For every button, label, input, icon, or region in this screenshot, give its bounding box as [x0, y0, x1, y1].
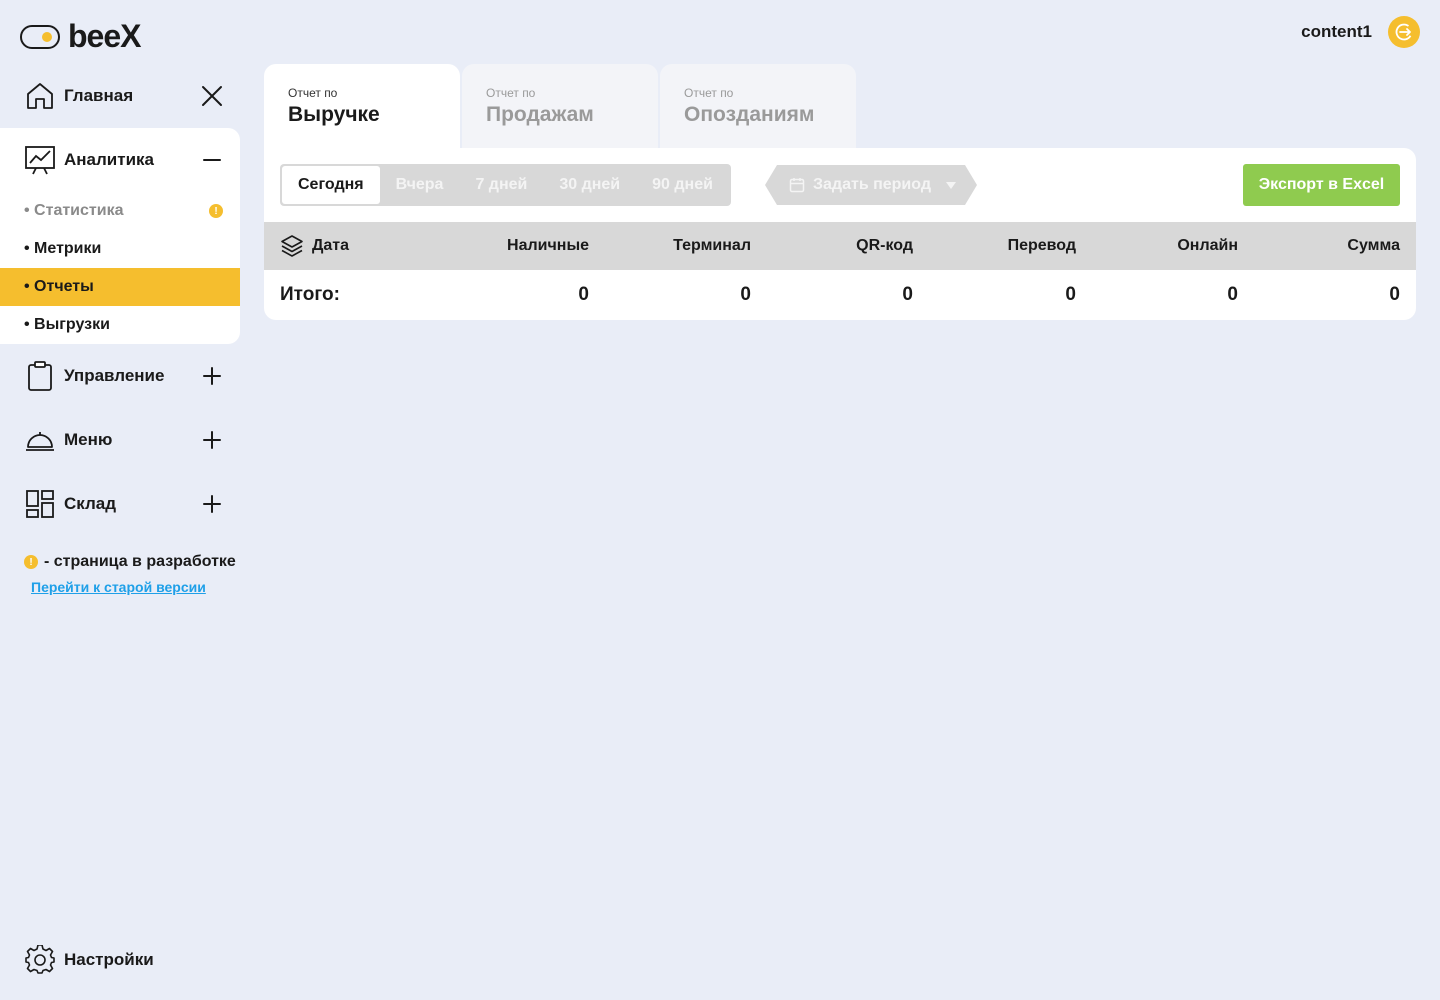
development-legend: ! - страница в разработке	[24, 553, 236, 571]
tab-title: Опозданиям	[684, 103, 815, 126]
logo-toggle-icon	[20, 24, 60, 49]
analytics-submenu: Аналитика • Статистика ! • Метрики • Отч…	[0, 128, 240, 344]
tab-prefix: Отчет по	[288, 86, 338, 100]
table-total-row: Итого: 0 0 0 0 0 0	[264, 270, 1416, 320]
plus-icon[interactable]	[200, 428, 224, 452]
period-yesterday[interactable]: Вчера	[380, 166, 460, 204]
tab-title: Выручке	[288, 103, 380, 126]
tab-lateness-report[interactable]: Отчет по Опозданиям	[660, 64, 856, 148]
in-development-badge-icon: !	[24, 555, 38, 569]
total-terminal: 0	[740, 284, 751, 305]
legend-text: - страница в разработке	[44, 553, 236, 570]
sidebar-subitem-metrics[interactable]: • Метрики	[0, 230, 240, 268]
column-qr-code: QR-код	[856, 237, 913, 254]
subitem-bullet: •	[24, 316, 35, 333]
tab-prefix: Отчет по	[486, 86, 536, 100]
sidebar-item-label: Меню	[64, 430, 113, 449]
layers-icon	[281, 235, 303, 257]
total-cash: 0	[578, 284, 589, 305]
old-version-link[interactable]: Перейти к старой версии	[31, 579, 206, 595]
close-icon[interactable]	[200, 84, 224, 108]
total-transfer: 0	[1065, 284, 1076, 305]
calendar-icon	[789, 178, 805, 193]
sidebar-item-label: Главная	[64, 86, 134, 105]
clipboard-icon	[24, 360, 56, 392]
sidebar-item-label: Склад	[64, 494, 117, 513]
grid-blocks-icon	[24, 488, 56, 520]
logo-text: beeX	[68, 18, 141, 54]
date-range-label: Задать период	[813, 176, 931, 193]
sidebar-item-label: Настройки	[64, 950, 154, 969]
tab-title: Продажам	[486, 103, 594, 126]
total-sum: 0	[1389, 284, 1400, 305]
cloche-icon	[24, 424, 56, 456]
sidebar-subitem-statistics[interactable]: • Статистика !	[0, 192, 240, 230]
caret-down-icon	[945, 182, 956, 189]
plus-icon[interactable]	[200, 364, 224, 388]
column-transfer: Перевод	[1007, 237, 1076, 254]
home-icon	[24, 80, 56, 112]
plus-icon[interactable]	[200, 492, 224, 516]
column-date[interactable]: Дата	[280, 222, 349, 270]
column-sum: Сумма	[1347, 237, 1400, 254]
sidebar-subitem-reports[interactable]: • Отчеты	[0, 268, 240, 306]
chart-board-icon	[24, 144, 56, 176]
logo[interactable]: beeX	[20, 18, 141, 55]
sidebar-item-management[interactable]: Управление	[0, 344, 240, 408]
tab-revenue-report[interactable]: Отчет по Выручке	[264, 64, 460, 148]
report-panel: Сегодня Вчера 7 дней 30 дней 90 дней Зад…	[264, 148, 1416, 320]
sidebar-item-settings[interactable]: Настройки	[0, 928, 240, 992]
table-header: Дата Наличные Терминал QR-код Перевод Он…	[264, 222, 1416, 270]
logout-button[interactable]	[1388, 16, 1420, 48]
tab-prefix: Отчет по	[684, 86, 734, 100]
period-today[interactable]: Сегодня	[282, 166, 380, 204]
period-7-days[interactable]: 7 дней	[459, 166, 543, 204]
sidebar-item-label: Аналитика	[64, 150, 154, 169]
period-90-days[interactable]: 90 дней	[636, 166, 729, 204]
gear-icon	[24, 944, 56, 976]
date-range-picker[interactable]: Задать период	[765, 165, 977, 205]
sidebar-item-main[interactable]: Главная	[0, 64, 240, 128]
total-qr-code: 0	[902, 284, 913, 305]
subitem-bullet: •	[24, 240, 35, 257]
sidebar-item-analytics[interactable]: Аналитика	[0, 128, 240, 192]
sidebar-subitem-exports[interactable]: • Выгрузки	[0, 306, 240, 344]
subitem-bullet: •	[24, 278, 35, 295]
column-terminal: Терминал	[673, 237, 751, 254]
sidebar-item-label: Управление	[64, 366, 165, 385]
sidebar-item-warehouse[interactable]: Склад	[0, 472, 240, 536]
export-excel-button[interactable]: Экспорт в Excel	[1243, 164, 1400, 206]
total-online: 0	[1227, 284, 1238, 305]
column-cash: Наличные	[507, 237, 589, 254]
logout-icon	[1395, 23, 1413, 41]
period-30-days[interactable]: 30 дней	[543, 166, 636, 204]
period-selector: Сегодня Вчера 7 дней 30 дней 90 дней	[280, 164, 731, 206]
total-label: Итого:	[280, 284, 340, 305]
in-development-badge-icon: !	[209, 204, 223, 218]
subitem-bullet: •	[24, 202, 35, 219]
column-online: Онлайн	[1177, 237, 1238, 254]
sidebar-item-menu[interactable]: Меню	[0, 408, 240, 472]
username: content1	[1301, 22, 1372, 41]
minus-icon[interactable]	[200, 148, 224, 172]
tab-sales-report[interactable]: Отчет по Продажам	[462, 64, 658, 148]
